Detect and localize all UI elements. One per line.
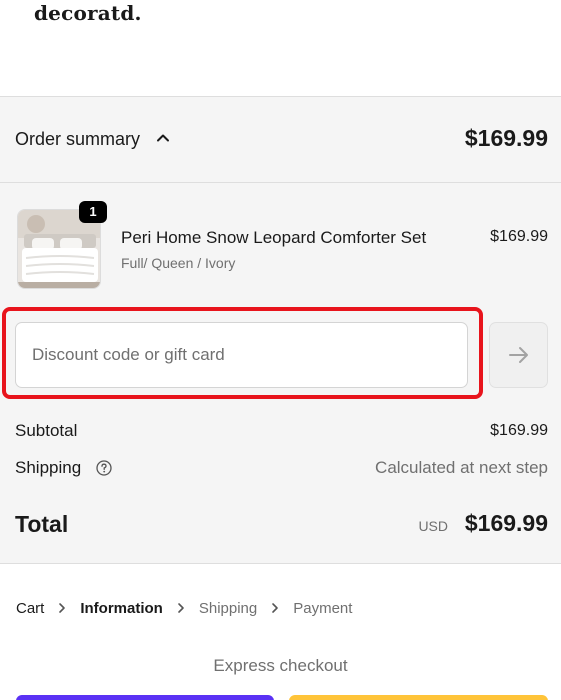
product-name: Peri Home Snow Leopard Comforter Set: [121, 228, 427, 247]
quantity-badge: 1: [79, 201, 107, 223]
order-summary: Order summary $169.99 1 Peri Home Snow L…: [0, 96, 561, 564]
breadcrumb-cart[interactable]: Cart: [16, 600, 44, 617]
subtotal-label: Subtotal: [15, 421, 78, 440]
paypal-button[interactable]: [289, 695, 548, 700]
shipping-label: Shipping: [15, 458, 82, 477]
chevron-right-icon: [59, 603, 66, 613]
question-circle-icon[interactable]: [96, 460, 112, 476]
header: decoratd.: [0, 0, 561, 97]
currency-code: USD: [418, 518, 448, 534]
chevron-right-icon: [178, 603, 184, 613]
arrow-right-icon: [508, 347, 528, 363]
breadcrumb-shipping: Shipping: [198, 599, 258, 617]
breadcrumb-payment: Payment: [293, 599, 353, 617]
chevron-up-icon: [157, 134, 169, 142]
order-summary-label: Order summary: [15, 129, 141, 149]
breadcrumb-information: Information: [80, 599, 163, 617]
breadcrumb: Cart Information Shipping Payment: [16, 598, 352, 618]
subtotal-value: $169.99: [490, 422, 548, 439]
express-checkout-title: Express checkout: [213, 656, 348, 675]
apply-discount-button[interactable]: [489, 322, 548, 388]
checkout-page: decoratd. Order summary $169.99 1 Peri H…: [0, 0, 561, 700]
total-label: Total: [15, 511, 69, 537]
product-price: $169.99: [490, 228, 548, 245]
order-summary-total: $169.99: [464, 125, 548, 151]
discount-code-input[interactable]: [15, 322, 468, 388]
chevron-right-icon: [272, 603, 279, 613]
shop-pay-button[interactable]: [16, 695, 274, 700]
brand-logo[interactable]: decoratd.: [34, 0, 142, 26]
product-variant: Full/ Queen / Ivory: [121, 255, 236, 271]
order-summary-toggle[interactable]: Order summary $169.99: [0, 97, 561, 183]
shipping-value: Calculated at next step: [375, 458, 548, 477]
grand-total: $169.99: [464, 510, 548, 536]
